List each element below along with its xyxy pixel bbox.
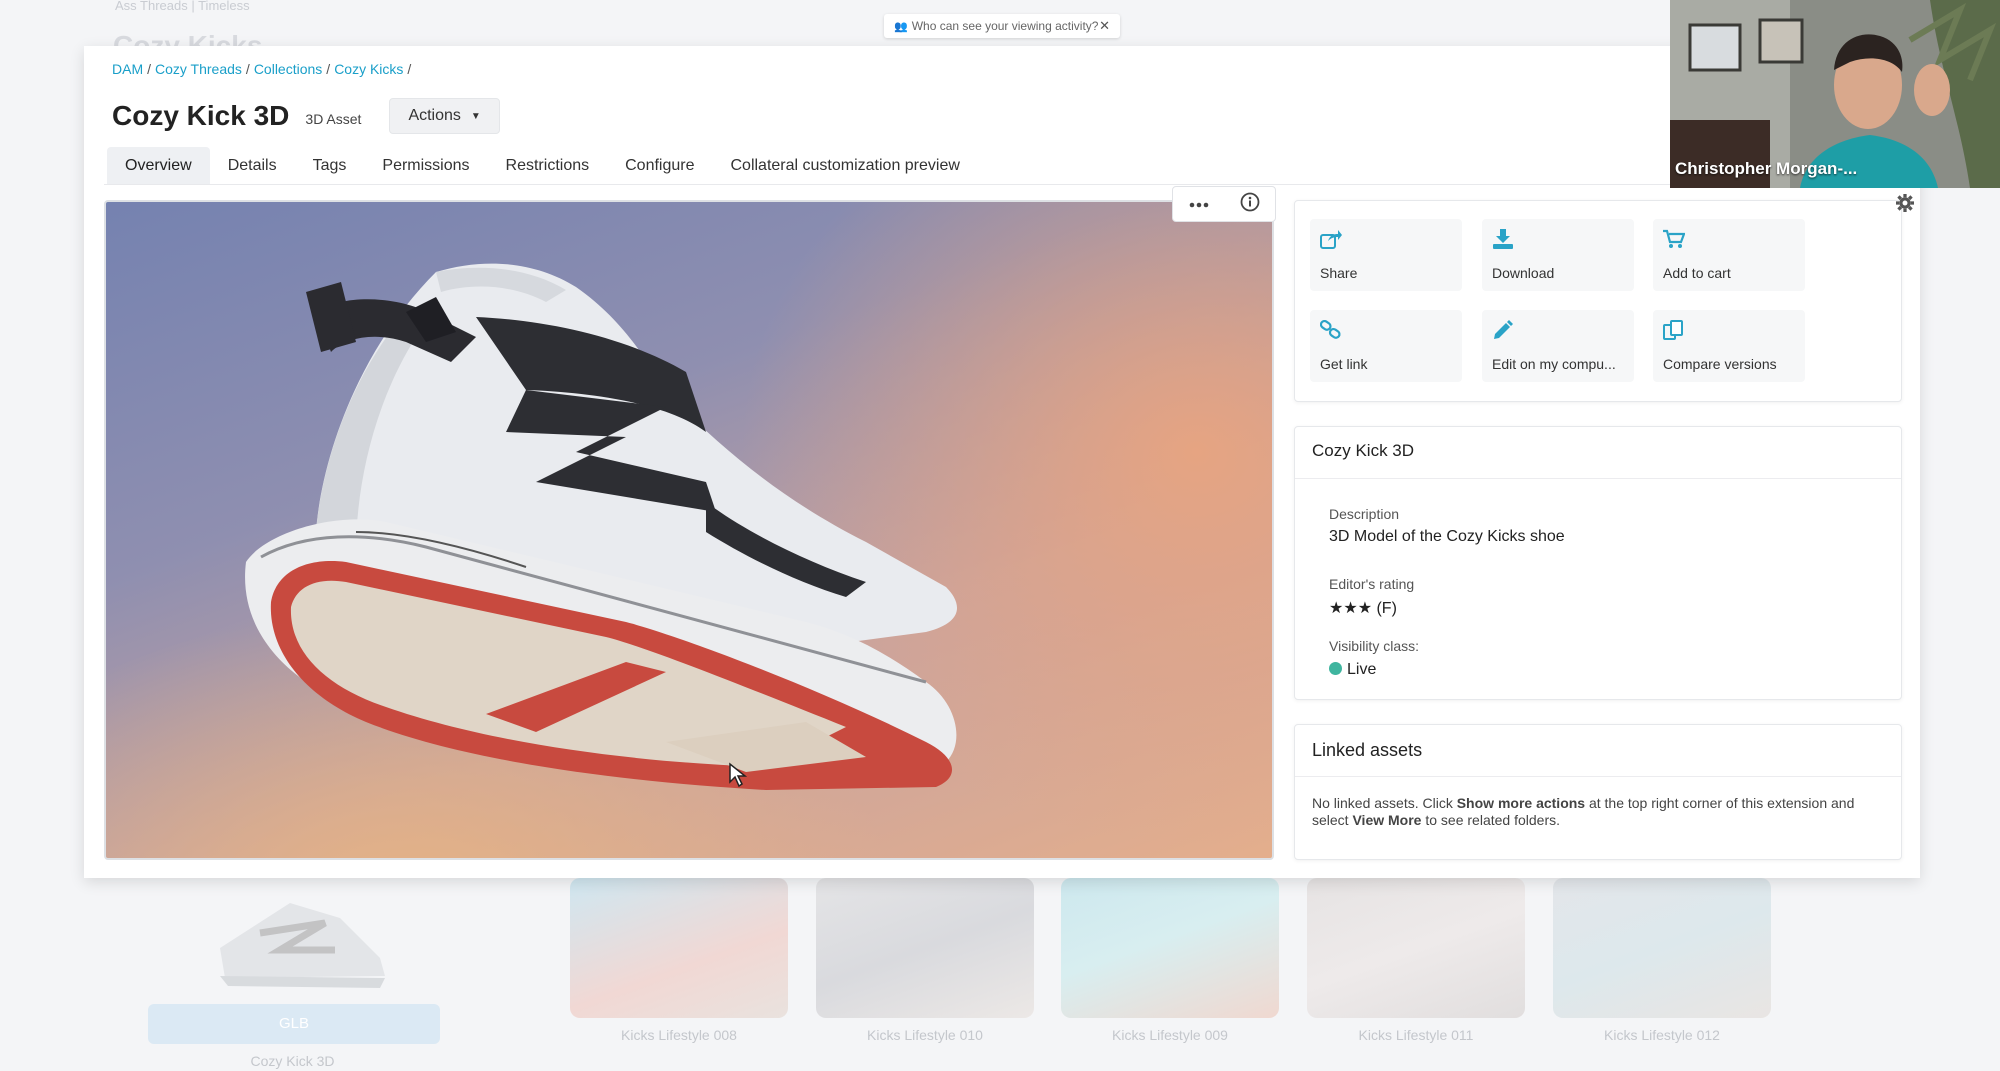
- add-to-cart-button[interactable]: Add to cart: [1653, 219, 1805, 291]
- participant-name: Christopher Morgan-...: [1675, 159, 1858, 178]
- shoe-thumbnail-icon: [220, 903, 385, 988]
- share-button[interactable]: Share: [1310, 219, 1462, 291]
- quick-actions-panel: Share Download Add to cart Get link Edit…: [1294, 200, 1902, 402]
- breadcrumb-collections[interactable]: Collections: [254, 61, 322, 77]
- get-link-button[interactable]: Get link: [1310, 310, 1462, 382]
- actions-dropdown-button[interactable]: Actions ▼: [389, 98, 500, 134]
- close-icon[interactable]: ✕: [1099, 18, 1110, 34]
- background-thumbnail-caption: Kicks Lifestyle 011: [1358, 1027, 1474, 1043]
- asset-type-label: 3D Asset: [305, 111, 362, 127]
- description-value: 3D Model of the Cozy Kicks shoe: [1329, 528, 1565, 545]
- view-more-text: View More: [1352, 812, 1422, 828]
- edit-on-my-computer-button[interactable]: Edit on my compu...: [1482, 310, 1634, 382]
- download-icon: [1493, 229, 1513, 249]
- asset-info-panel: Cozy Kick 3D Description 3D Model of the…: [1294, 426, 1902, 700]
- people-icon: 👥: [894, 20, 908, 33]
- compare-versions-button[interactable]: Compare versions: [1653, 310, 1805, 382]
- tab-overview[interactable]: Overview: [107, 147, 210, 184]
- viewing-activity-notice[interactable]: 👥 Who can see your viewing activity? ✕: [884, 14, 1120, 38]
- page-title: Cozy Kick 3D: [112, 100, 290, 131]
- tab-bar: Overview Details Tags Permissions Restri…: [107, 147, 978, 184]
- show-more-actions-text: Show more actions: [1456, 795, 1586, 811]
- background-thumbnail: [1061, 878, 1279, 1018]
- linked-assets-message: No linked assets. Click Show more action…: [1312, 795, 1855, 828]
- background-thumbnail: [816, 878, 1034, 1018]
- breadcrumb-dam[interactable]: DAM: [112, 61, 143, 77]
- asset-detail-modal: DAM / Cozy Threads / Collections / Cozy Kicks /…: [84, 46, 1920, 878]
- tab-collateral-customization-preview[interactable]: Collateral customization preview: [712, 147, 977, 184]
- mouse-cursor-icon: [729, 762, 748, 788]
- extension-settings-gear-icon[interactable]: [1896, 194, 1914, 217]
- background-glb-badge: GLB: [148, 1004, 440, 1044]
- background-main-caption: Cozy Kick 3D: [250, 1053, 335, 1069]
- tabs-divider: [104, 184, 1900, 185]
- background-thumbnail-caption: Kicks Lifestyle 010: [867, 1027, 983, 1043]
- compare-icon: [1663, 320, 1683, 340]
- download-button[interactable]: Download: [1482, 219, 1634, 291]
- background-thumbnail: [570, 878, 788, 1018]
- info-icon[interactable]: [1240, 192, 1260, 217]
- description-label: Description: [1329, 506, 1400, 522]
- tab-details[interactable]: Details: [210, 147, 295, 184]
- share-icon: [1320, 230, 1342, 249]
- link-icon: [1320, 320, 1341, 339]
- breadcrumb-cozy-kicks[interactable]: Cozy Kicks: [334, 61, 403, 77]
- editors-rating-label: Editor's rating: [1329, 576, 1415, 592]
- video-call-tile[interactable]: Christopher Morgan-...: [1670, 0, 2000, 188]
- more-icon[interactable]: [1189, 195, 1209, 213]
- title-row: Cozy Kick 3D 3D Asset Actions ▼: [112, 98, 500, 134]
- background-main-thumbnail: GLB Cozy Kick 3D: [100, 880, 485, 1071]
- breadcrumb-cozy-threads[interactable]: Cozy Threads: [155, 61, 242, 77]
- tab-restrictions[interactable]: Restrictions: [488, 147, 608, 184]
- pencil-icon: [1494, 320, 1513, 339]
- background-thumbnail: [1307, 878, 1525, 1018]
- asset-info-title: Cozy Kick 3D: [1295, 427, 1901, 479]
- visibility-class-value: Live: [1329, 661, 1376, 679]
- tab-configure[interactable]: Configure: [607, 147, 712, 184]
- 3d-model-viewer[interactable]: [104, 200, 1274, 860]
- shoe-3d-model: [245, 263, 958, 790]
- viewer-toolbar: [1172, 186, 1276, 222]
- background-thumbnail-caption: Kicks Lifestyle 008: [621, 1027, 737, 1043]
- background-thumbnail: [1553, 878, 1771, 1018]
- caret-down-icon: ▼: [470, 110, 481, 122]
- visibility-class-label: Visibility class:: [1329, 638, 1419, 654]
- editors-rating-value: ★★★ (F): [1329, 600, 1397, 617]
- live-status-dot-icon: [1329, 662, 1342, 675]
- breadcrumb: DAM / Cozy Threads / Collections / Cozy Kicks /: [112, 61, 412, 77]
- linked-assets-title: Linked assets: [1295, 725, 1901, 777]
- cart-icon: [1663, 229, 1685, 248]
- background-thumbnail-caption: Kicks Lifestyle 012: [1604, 1027, 1720, 1043]
- tab-permissions[interactable]: Permissions: [364, 147, 487, 184]
- background-breadcrumb: Ass Threads | Timeless: [115, 0, 250, 13]
- background-thumbnail-caption: Kicks Lifestyle 009: [1112, 1027, 1228, 1043]
- linked-assets-panel: Linked assets No linked assets. Click Sh…: [1294, 724, 1902, 860]
- tab-tags[interactable]: Tags: [295, 147, 365, 184]
